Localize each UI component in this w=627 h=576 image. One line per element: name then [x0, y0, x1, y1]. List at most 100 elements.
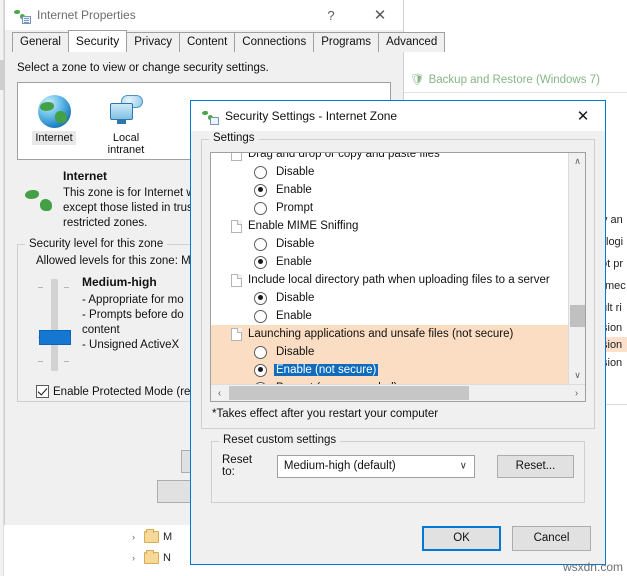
chevron-down-icon[interactable]: ∨ — [460, 461, 467, 472]
bg-text-fragment: mec — [605, 280, 626, 292]
globe-icon — [17, 169, 63, 231]
zone-item-local-intranet[interactable]: Local intranet — [90, 91, 162, 157]
folder-icon — [144, 552, 159, 564]
scroll-down-icon[interactable]: ∨ — [569, 367, 585, 384]
setting-option[interactable]: Prompt — [211, 199, 585, 217]
security-level-line: - Appropriate for mo — [82, 293, 184, 308]
radio-icon[interactable] — [254, 346, 267, 359]
setting-option[interactable]: Disable — [211, 235, 585, 253]
reset-to-label: Reset to: — [222, 454, 267, 478]
scroll-right-icon[interactable]: › — [568, 385, 585, 401]
setting-option-selected[interactable]: Enable (not secure) — [211, 361, 585, 379]
radio-icon[interactable] — [254, 310, 267, 323]
slider-track — [51, 279, 58, 371]
setting-option[interactable]: Enable — [211, 253, 585, 271]
security-settings-title: Security Settings - Internet Zone — [225, 109, 397, 123]
scroll-left-icon[interactable]: ‹ — [211, 385, 228, 401]
tab-connections[interactable]: Connections — [234, 32, 314, 52]
radio-icon[interactable] — [254, 166, 267, 179]
tab-advanced[interactable]: Advanced — [378, 32, 445, 52]
vertical-scroll-thumb[interactable] — [570, 305, 585, 327]
security-level-slider[interactable] — [26, 273, 82, 375]
setting-option[interactable]: Disable — [211, 343, 585, 361]
backup-and-restore-link[interactable]: 🛡Backup and Restore (Windows 7) — [410, 72, 600, 86]
settings-group: Settings Drag and drop or copy and paste… — [201, 139, 595, 429]
tab-programs[interactable]: Programs — [313, 32, 379, 52]
slider-tick — [64, 361, 69, 362]
option-label: Enable (not secure) — [274, 364, 378, 376]
ok-button[interactable]: OK — [422, 526, 501, 551]
internet-properties-titlebar: Internet Properties ? ✕ — [5, 0, 403, 30]
reset-button[interactable]: Reset... — [497, 455, 574, 478]
help-button[interactable]: ? — [311, 0, 351, 30]
radio-icon[interactable] — [254, 238, 267, 251]
radio-icon[interactable] — [254, 256, 267, 269]
zone-prompt-label: Select a zone to view or change security… — [17, 62, 391, 74]
settings-horizontal-scrollbar[interactable]: ‹ › — [211, 384, 585, 401]
radio-icon[interactable] — [254, 364, 267, 377]
protected-mode-checkbox[interactable] — [36, 385, 49, 398]
settings-legend: Settings — [209, 132, 259, 144]
option-label: Disable — [274, 346, 316, 358]
option-label: Enable — [274, 256, 314, 268]
internet-properties-title: Internet Properties — [37, 8, 136, 22]
zone-description-line: This zone is for Internet w — [63, 186, 195, 201]
close-icon[interactable]: ✕ — [357, 0, 403, 30]
setting-header: Enable MIME Sniffing — [211, 217, 585, 235]
radio-icon[interactable] — [254, 202, 267, 215]
zone-description-line: restricted zones. — [63, 216, 195, 231]
background-divider — [392, 92, 627, 93]
setting-option[interactable]: Enable — [211, 307, 585, 325]
slider-thumb[interactable] — [39, 330, 71, 345]
setting-option[interactable]: Disable — [211, 289, 585, 307]
setting-page-icon — [231, 153, 242, 161]
zone-item-internet[interactable]: Internet — [18, 91, 90, 145]
setting-page-icon — [231, 274, 242, 287]
reset-level-value: Medium-high (default) — [284, 460, 396, 472]
horizontal-scroll-thumb[interactable] — [229, 386, 469, 400]
reset-custom-legend: Reset custom settings — [219, 434, 340, 446]
radio-icon[interactable] — [254, 184, 267, 197]
tab-privacy[interactable]: Privacy — [126, 32, 180, 52]
scroll-up-icon[interactable]: ∧ — [569, 153, 585, 170]
option-label: Enable — [274, 184, 314, 196]
close-icon[interactable]: ✕ — [561, 101, 605, 131]
security-settings-footer: OK Cancel — [191, 512, 605, 564]
shield-icon: 🛡 — [410, 74, 425, 86]
tree-item[interactable]: › M — [130, 526, 194, 547]
slider-tick — [38, 361, 43, 362]
tab-general[interactable]: General — [12, 32, 69, 52]
chevron-right-icon[interactable]: › — [132, 553, 135, 563]
setting-group: Enable MIME Sniffing Disable Enable — [211, 217, 585, 271]
bg-text-fragment: logi — [606, 236, 623, 248]
setting-header: Launching applications and unsafe files … — [211, 325, 585, 343]
chevron-right-icon[interactable]: › — [132, 532, 135, 542]
setting-page-icon — [231, 328, 242, 341]
tab-security[interactable]: Security — [68, 30, 127, 52]
radio-icon[interactable] — [254, 292, 267, 305]
tab-content[interactable]: Content — [179, 32, 235, 52]
option-label: Disable — [274, 292, 316, 304]
security-level-line: content — [82, 323, 184, 338]
setting-name: Enable MIME Sniffing — [248, 220, 358, 232]
tree-item[interactable]: › N — [130, 547, 194, 568]
setting-group: Include local directory path when upload… — [211, 271, 585, 325]
security-level-line: - Unsigned ActiveX — [82, 338, 184, 353]
security-level-line: - Prompts before do — [82, 308, 184, 323]
setting-option[interactable]: Enable — [211, 181, 585, 199]
reset-level-select[interactable]: Medium-high (default) ∨ — [277, 455, 475, 478]
setting-header: Include local directory path when upload… — [211, 271, 585, 289]
folder-icon — [144, 531, 159, 543]
cancel-button[interactable]: Cancel — [512, 526, 591, 551]
intranet-icon — [90, 91, 162, 131]
option-label: Disable — [274, 238, 316, 250]
setting-page-icon — [231, 220, 242, 233]
zone-item-label: Internet — [32, 131, 75, 145]
settings-list[interactable]: Drag and drop or copy and paste files Di… — [211, 153, 585, 384]
setting-group: Drag and drop or copy and paste files Di… — [211, 153, 585, 217]
setting-header: Drag and drop or copy and paste files — [211, 153, 585, 163]
setting-option[interactable]: Disable — [211, 163, 585, 181]
setting-name: Include local directory path when upload… — [248, 274, 550, 286]
security-settings-icon — [201, 108, 218, 124]
settings-vertical-scrollbar[interactable]: ∧ ∨ — [568, 153, 585, 384]
